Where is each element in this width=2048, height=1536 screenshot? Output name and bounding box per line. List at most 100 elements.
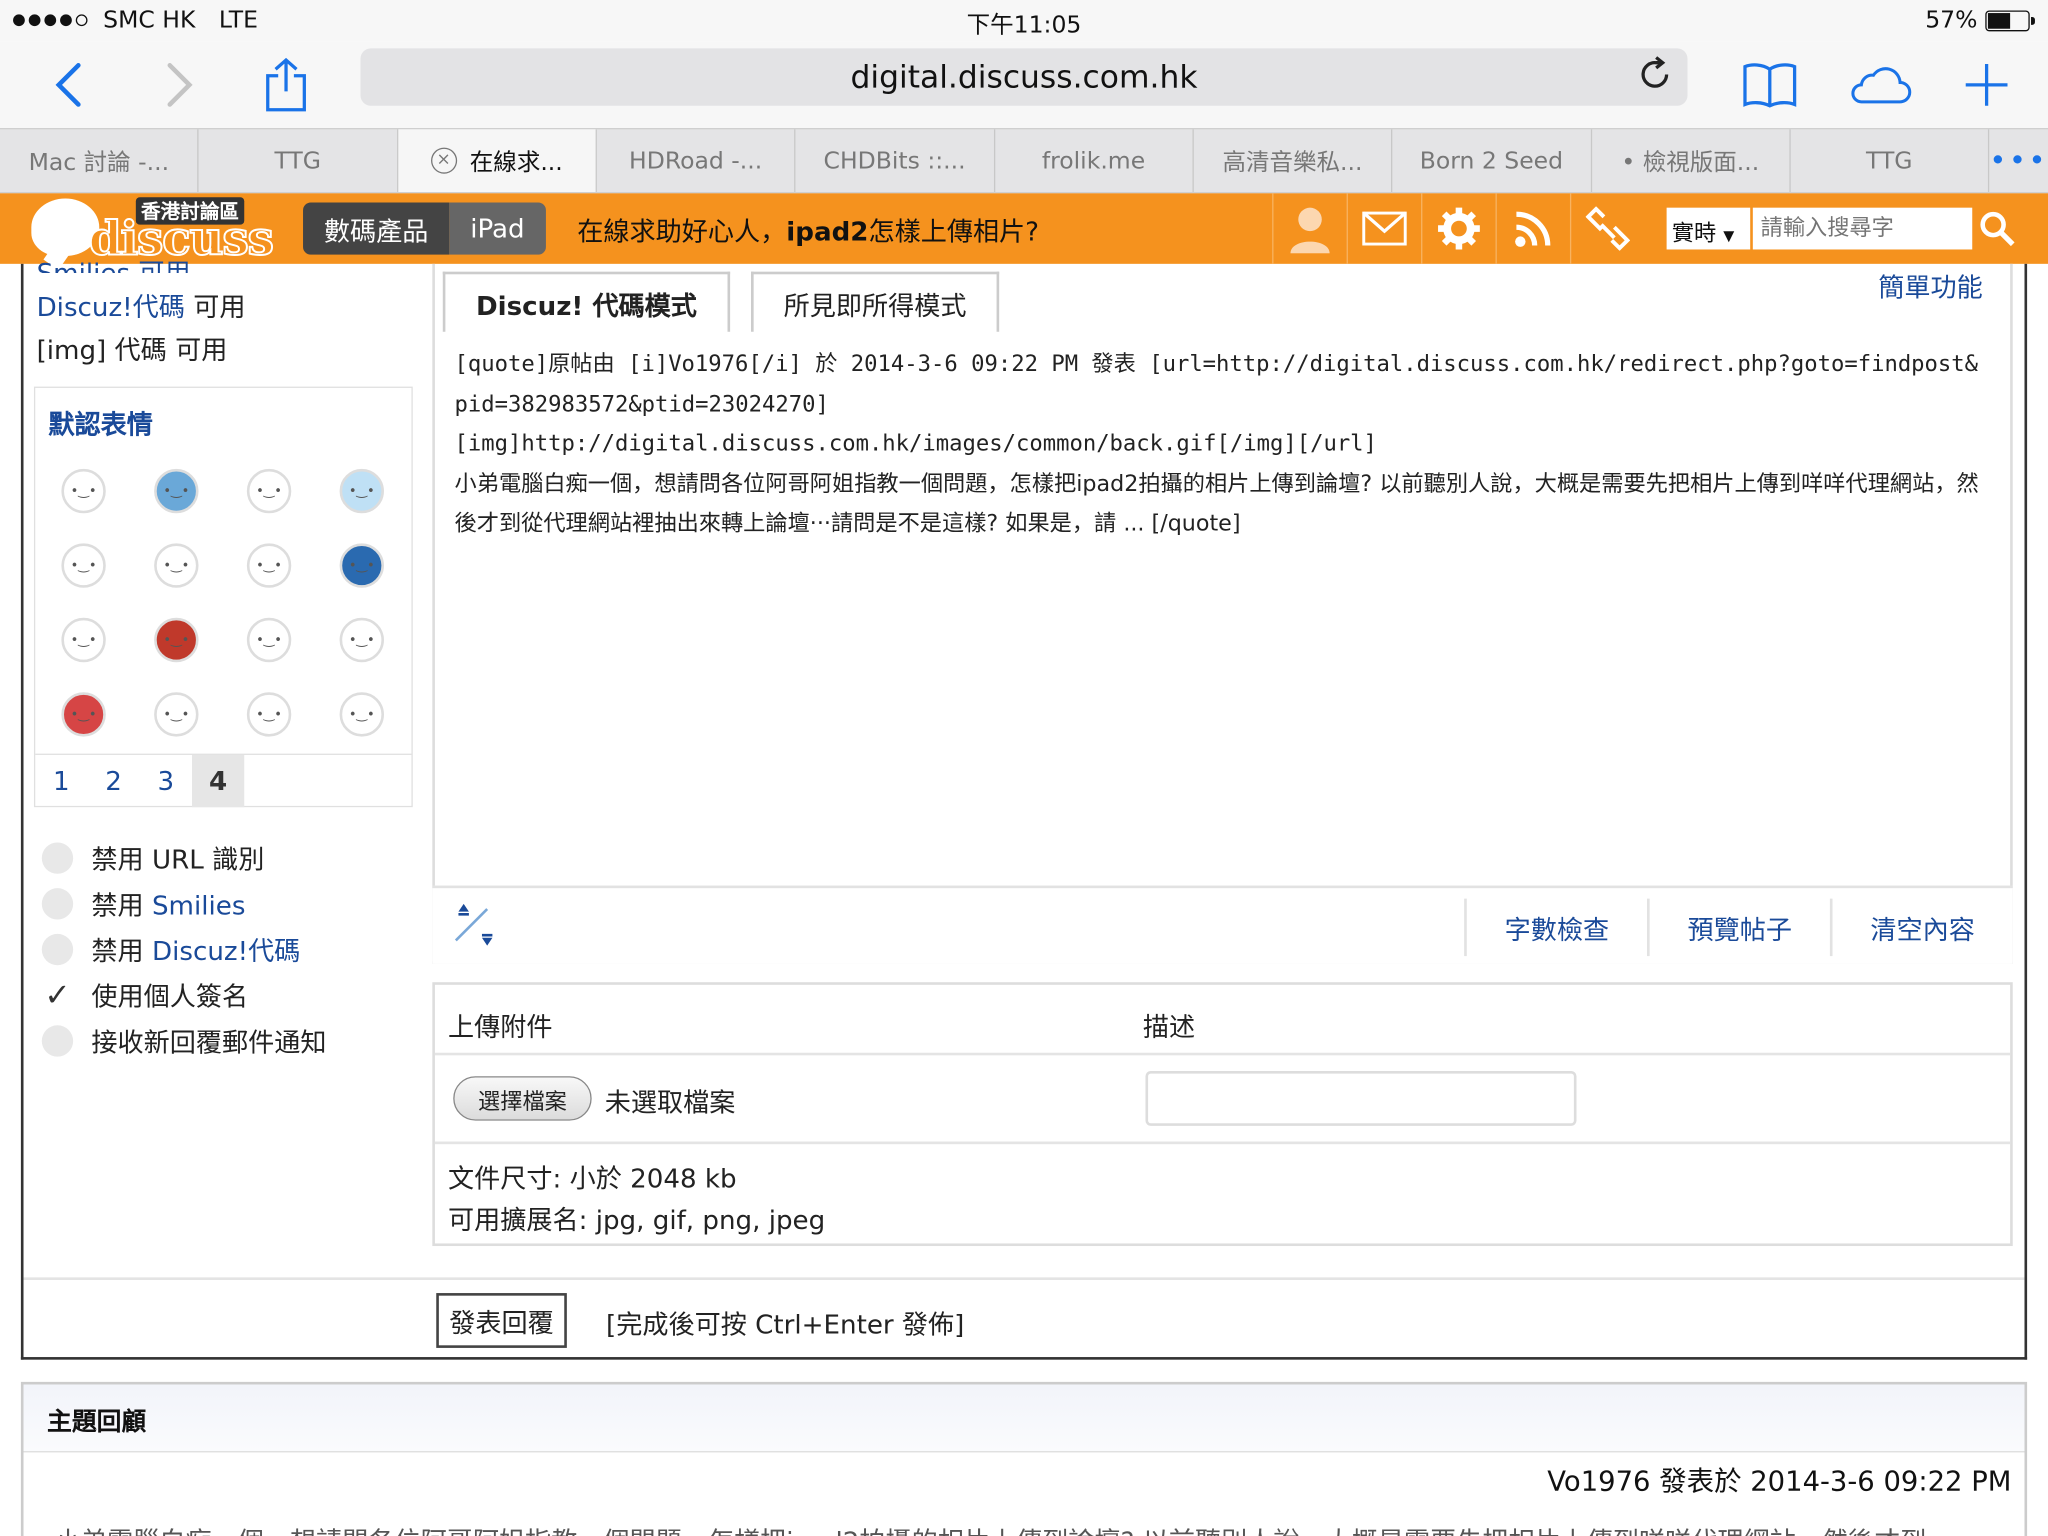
rss-icon[interactable] [1495,193,1570,264]
wink-face-icon[interactable]: •‿• [61,617,106,663]
battery-percent: 57% [1925,6,1978,34]
browser-tab[interactable]: HDRoad -... [597,129,796,192]
search-input[interactable] [1752,207,1973,250]
choose-file-button[interactable]: 選擇檔案 [453,1076,592,1121]
site-header: 香港討論區 discuss 數碼產品 iPad 在線求助好心人，ipad2怎樣上… [0,193,2048,267]
file-size-limit: 文件尺寸: 小於 2048 kb [448,1162,737,1194]
option-help-link[interactable]: Discuz!代碼 [152,935,300,966]
battery-icon [1985,9,2035,31]
word-count-button[interactable]: 字數檢查 [1464,898,1647,957]
shout-face-icon[interactable]: •‿• [61,543,106,588]
breadcrumb-digital[interactable]: 數碼產品 [303,202,450,255]
editor-line: [quote]原帖由 [i]Vo1976[/i] 於 2014-3-6 09:2… [454,351,1979,418]
chevron-down-icon: ▼ [1723,227,1735,245]
big-eyes-face-icon[interactable]: •‿• [339,692,384,737]
browser-tab[interactable]: frolik.me [995,129,1194,192]
reload-icon[interactable] [1638,56,1675,100]
post-meta: Vo1976 發表於 2014-3-6 09:22 PM [1547,1465,2012,1497]
editor-textarea[interactable]: [quote]原帖由 [i]Vo1976[/i] 於 2014-3-6 09:2… [455,345,1983,544]
option-row[interactable]: ✓ 使用個人簽名 [42,976,248,1014]
preview-post-button[interactable]: 預覽帖子 [1647,898,1830,957]
gear-icon[interactable] [1421,193,1495,264]
blue-ball-face-icon[interactable]: •‿• [339,543,384,588]
upload-attachment-header: 上傳附件 [448,1010,553,1043]
browser-tab[interactable]: TTG [1790,129,1990,192]
browser-tab-label: TTG [1866,146,1913,175]
option-label: 禁用 URL 識別 [91,839,264,877]
emoji-page-3[interactable]: 3 [140,755,192,807]
tab-wysiwyg-mode[interactable]: 所見即所得模式 [751,271,1000,332]
link-icon[interactable] [1569,193,1644,264]
icloud-tabs-icon[interactable] [1847,52,1912,117]
search-scope-value: 實時 [1671,220,1717,247]
browser-tab[interactable]: Born 2 Seed [1393,129,1592,192]
forward-icon[interactable] [146,52,211,117]
post-reply-button[interactable]: 發表回覆 [436,1293,567,1348]
address-bar[interactable]: digital.discuss.com.hk [360,48,1688,106]
share-icon[interactable] [253,52,318,117]
discuz-code-link[interactable]: Discuz!代碼 [37,291,185,322]
blue-blob-face-icon[interactable]: •‿• [154,468,199,514]
browser-tab[interactable]: 高清音樂私... [1194,129,1393,192]
smilies-available-label: Smilies 可用 [36,257,191,273]
tab-discuz-code-mode[interactable]: Discuz! 代碼模式 [442,271,731,332]
scream-face-icon[interactable]: •‿• [339,617,384,663]
option-label-text: 禁用 [91,935,152,967]
emoji-page-4[interactable]: 4 [192,754,245,808]
description-input[interactable] [1145,1071,1577,1126]
img-code-available: [img] 代碼 可用 [36,334,228,366]
search-scope-select[interactable]: 實時 ▼ [1666,207,1751,250]
red-hat-face-icon[interactable]: •‿• [61,692,106,737]
option-row[interactable]: 禁用 Discuz!代碼 [41,930,300,968]
browser-tab[interactable]: • 檢視版面... [1592,129,1791,192]
allowed-extensions: 可用擴展名: jpg, gif, png, jpeg [448,1204,826,1236]
sweat-face-icon[interactable]: •‿• [246,543,292,588]
user-icon[interactable] [1272,193,1346,264]
browser-tab[interactable]: CHDBits ::... [796,129,995,192]
clock: 下午11:05 [966,11,1082,40]
breadcrumb-ipad[interactable]: iPad [449,202,546,255]
checkbox[interactable] [41,1024,74,1056]
option-row[interactable]: 接收新回覆郵件通知 [41,1021,327,1059]
submit-shortcut-hint: [完成後可按 Ctrl+Enter 發佈] [606,1308,965,1341]
attachment-panel: 上傳附件 描述 選擇檔案 未選取檔案 文件尺寸: 小於 2048 kb 可用擴展… [432,982,2013,1247]
checkbox[interactable] [41,887,74,919]
mail-icon[interactable] [1346,193,1421,264]
bookmarks-icon[interactable] [1737,52,1802,117]
checkmark-icon[interactable]: ✓ [42,976,73,1013]
checkbox[interactable] [41,841,74,874]
smile-face-icon[interactable]: •‿• [61,468,106,514]
new-tab-icon[interactable] [1954,52,2019,117]
back-icon[interactable] [37,52,102,117]
grin-face-icon[interactable]: •‿• [246,617,292,663]
option-label: 禁用 Smilies [91,884,245,922]
option-row[interactable]: 禁用 URL 識別 [41,839,264,877]
thread-title-pre: 在線求助好心人， [577,215,787,247]
browser-tab[interactable]: Mac 討論 -... [0,129,199,192]
checkbox[interactable] [41,933,74,965]
browser-tab[interactable]: TTG [199,129,398,192]
browser-tab-label: 在線求... [469,148,563,177]
option-row[interactable]: 禁用 Smilies [41,884,246,922]
clear-content-button[interactable]: 清空內容 [1829,898,2013,957]
more-tabs-button[interactable]: ••• [1989,129,2048,192]
option-help-link[interactable]: Smilies [152,889,245,920]
emoji-page-2[interactable]: 2 [88,755,140,807]
close-tab-icon[interactable]: × [430,147,457,174]
angry-face-icon[interactable]: •‿• [154,543,199,588]
browser-tab[interactable]: × 在線求... [397,129,597,192]
shy-face-icon[interactable]: •‿• [246,468,292,514]
simple-mode-link[interactable]: 簡單功能 [1878,266,1982,304]
red-heart-icon[interactable]: •‿• [154,617,199,663]
crying-face-icon[interactable]: •‿• [339,468,384,514]
drool-face-icon[interactable]: •‿• [154,692,199,737]
resize-editor-icon[interactable] [448,901,495,953]
thread-title: 在線求助好心人，ipad2怎樣上傳相片? [577,210,1039,248]
editor-toolbar: 字數檢查 預覽帖子 清空內容 [432,885,2013,964]
editor-line: [img]http://digital.discuss.com.hk/image… [454,431,1377,458]
search-icon[interactable] [1977,209,2016,253]
dizzy-text-face-icon[interactable]: •‿• [246,692,292,737]
status-bar: SMC HK LTE 下午11:05 57% [0,0,2048,42]
emoji-panel-title: 默認表情 [48,408,153,441]
emoji-page-1[interactable]: 1 [35,755,87,807]
